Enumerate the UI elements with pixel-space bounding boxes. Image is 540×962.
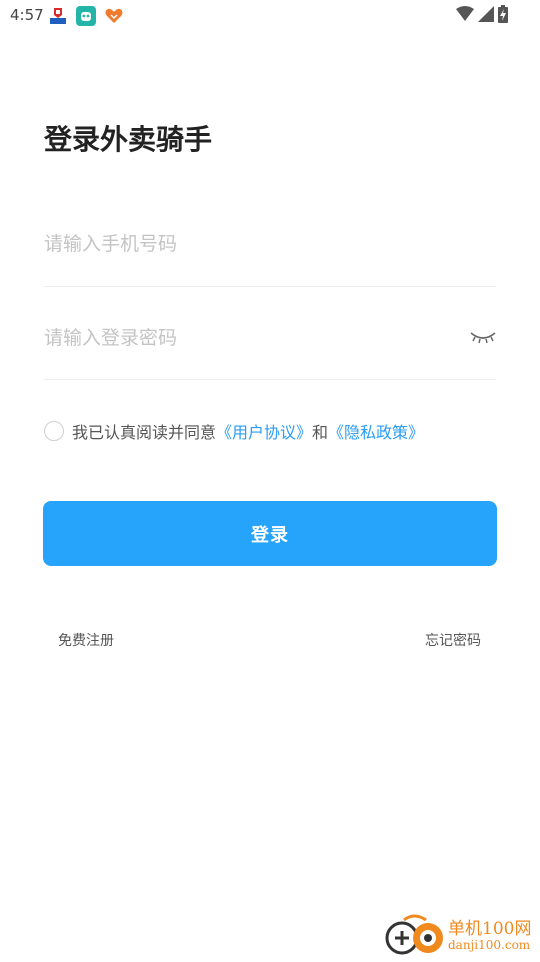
battery-charging-icon [498,5,508,27]
forgot-password-link[interactable]: 忘记密码 [425,630,481,650]
wifi-icon [456,6,474,26]
agreement-conjunction: 和 [312,423,329,442]
login-button[interactable]: 登录 [43,501,497,566]
app-notification-robot-icon [76,6,96,26]
page-title: 登录外卖骑手 [44,123,213,156]
watermark-en: danji100.com [448,937,531,952]
app-notification-flag-icon [48,6,68,26]
eye-closed-icon[interactable] [470,330,496,348]
agreement-checkbox[interactable] [44,421,64,441]
register-link[interactable]: 免费注册 [58,630,114,650]
watermark: 单机100网 danji100.com [384,914,534,958]
status-bar: 4:57 [0,0,540,32]
status-indicators [456,5,508,27]
user-agreement-link[interactable]: 《用户协议》 [216,419,312,443]
password-input[interactable] [44,310,464,366]
phone-field-container [44,216,496,287]
agreement-row: 我已认真阅读并同意 《用户协议》 和 《隐私政策》 [44,418,424,444]
status-time: 4:57 [10,6,44,24]
phone-input[interactable] [44,216,464,272]
watermark-cn: 单机100网 [448,918,532,939]
password-field-container [44,310,496,380]
app-notification-heart-icon [104,6,124,26]
privacy-policy-link[interactable]: 《隐私政策》 [328,419,424,443]
cellular-signal-icon [478,6,494,26]
agreement-prefix: 我已认真阅读并同意 [72,423,217,442]
watermark-logo-icon [384,914,446,958]
